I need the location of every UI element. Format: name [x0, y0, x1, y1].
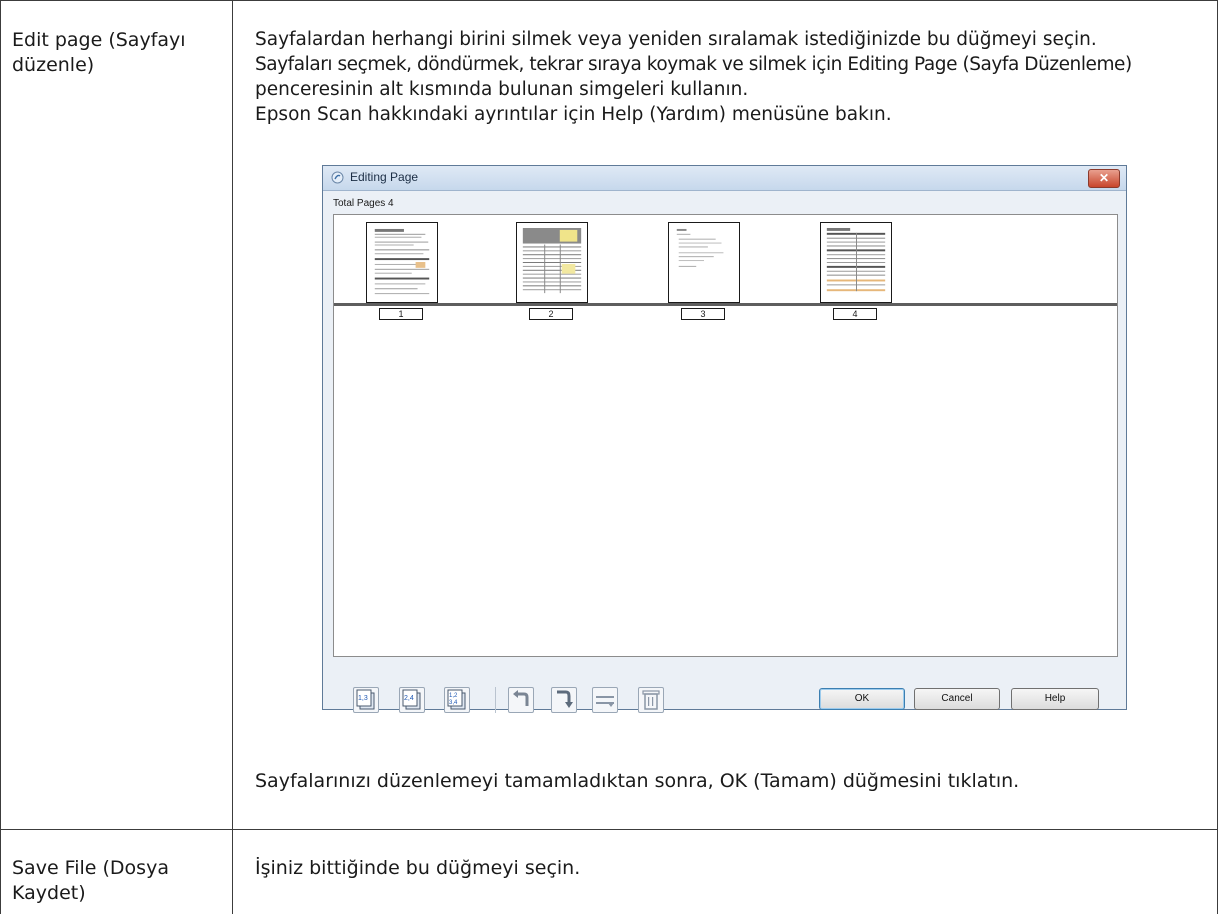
after-dialog-note: Sayfalarınızı düzenlemeyi tamamladıktan … — [255, 769, 1019, 794]
description-line: Sayfaları seçmek, döndürmek, tekrar sıra… — [255, 54, 1132, 75]
select-odd-pages-icon[interactable]: 1,3 — [353, 687, 379, 713]
epson-scan-icon — [331, 171, 344, 184]
settings-table: Edit page (Sayfayı düzenle) Sayfalardan … — [0, 0, 1219, 914]
row-label-line: düzenle) — [12, 54, 95, 76]
page-preview — [668, 222, 740, 303]
toolbar-divider — [495, 687, 496, 713]
page-preview — [516, 222, 588, 303]
editing-page-dialog: Editing Page ✕ Total Pages 4 1 2 3 4 1,3… — [322, 165, 1127, 713]
page-preview — [366, 222, 438, 303]
page-thumbnail-pane: 1 2 3 4 — [333, 214, 1118, 657]
svg-text:2,4: 2,4 — [404, 695, 414, 702]
table-left-border — [0, 0, 1, 914]
table-row-divider — [0, 829, 1218, 830]
dialog-titlebar: Editing Page ✕ — [323, 166, 1126, 191]
description-line: Epson Scan hakkındaki ayrıntılar için He… — [255, 104, 892, 125]
help-button[interactable]: Help — [1011, 688, 1099, 710]
svg-text:3,4: 3,4 — [449, 700, 458, 706]
select-all-pages-icon[interactable]: 1,2 3,4 — [444, 687, 470, 713]
close-icon[interactable]: ✕ — [1088, 169, 1120, 188]
rotate-left-glyph — [513, 690, 529, 706]
rotate-left-icon[interactable] — [508, 687, 534, 713]
reorder-pages-glyph — [596, 696, 614, 707]
row-label-save-file: Save File (Dosya Kaydet) — [12, 856, 169, 906]
svg-text:1,3: 1,3 — [358, 695, 368, 702]
page-preview — [820, 222, 892, 303]
pane-separator — [334, 303, 1117, 306]
row-label-line: Save File (Dosya — [12, 857, 169, 879]
rotate-right-icon[interactable] — [551, 687, 577, 713]
description-line: penceresinin alt kısmında bulunan simgel… — [255, 79, 749, 100]
select-all-pages-glyph: 1,2 3,4 — [447, 689, 466, 710]
select-even-pages-glyph: 2,4 — [402, 689, 421, 710]
row-description-save-file: İşiniz bittiğinde bu düğmeyi seçin. — [255, 856, 580, 881]
row-label-edit-page: Edit page (Sayfayı düzenle) — [12, 28, 186, 78]
trash-icon — [642, 690, 660, 710]
rotate-right-glyph — [557, 690, 573, 708]
row-description-edit-page: Sayfalardan herhangi birini silmek veya … — [255, 27, 1132, 127]
description-line: İşiniz bittiğinde bu düğmeyi seçin. — [255, 857, 581, 879]
delete-page-icon[interactable] — [638, 687, 664, 713]
cancel-button[interactable]: Cancel — [914, 688, 1000, 710]
row-label-line: Edit page (Sayfayı — [12, 29, 186, 51]
total-pages-label: Total Pages 4 — [333, 198, 394, 209]
table-right-border — [1217, 0, 1218, 914]
svg-text:1,2: 1,2 — [449, 693, 458, 699]
table-top-border — [0, 0, 1218, 1]
page-number: 1 — [379, 308, 423, 320]
dialog-title: Editing Page — [350, 170, 419, 184]
ok-button[interactable]: OK — [819, 688, 905, 710]
select-odd-pages-glyph: 1,3 — [356, 689, 375, 710]
row-label-line: Kaydet) — [12, 882, 86, 904]
table-column-divider — [232, 0, 233, 914]
reorder-pages-icon[interactable] — [592, 687, 618, 713]
description-line: Sayfalardan herhangi birini silmek veya … — [255, 29, 1097, 50]
page-number: 2 — [529, 308, 573, 320]
select-even-pages-icon[interactable]: 2,4 — [399, 687, 425, 713]
page-number: 3 — [681, 308, 725, 320]
page-number: 4 — [833, 308, 877, 320]
note-line: Sayfalarınızı düzenlemeyi tamamladıktan … — [255, 770, 1020, 792]
